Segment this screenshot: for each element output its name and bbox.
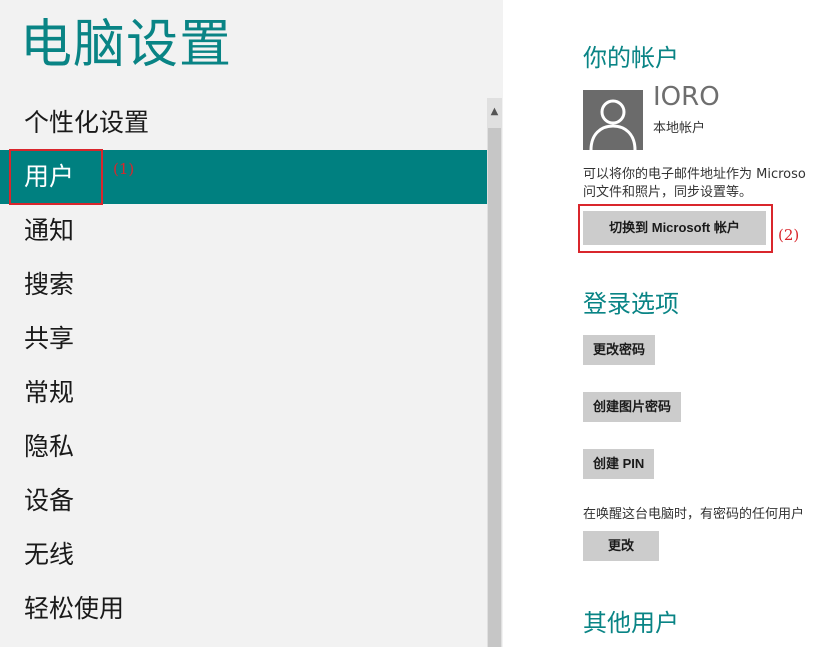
nav-scrollbar[interactable]: ▲ — [487, 98, 502, 647]
nav-item-privacy[interactable]: 隐私 — [0, 420, 487, 474]
account-description-line1: 可以将你的电子邮件地址作为 Microso — [583, 167, 806, 182]
your-account-heading: 你的帐户 — [583, 44, 679, 72]
nav-item-search[interactable]: 搜索 — [0, 258, 487, 312]
scrollbar-thumb[interactable] — [488, 128, 501, 647]
nav-item-share[interactable]: 共享 — [0, 312, 487, 366]
nav-item-wireless[interactable]: 无线 — [0, 528, 487, 582]
change-wake-setting-button[interactable]: 更改 — [583, 531, 659, 561]
user-name: IORO — [653, 82, 720, 112]
create-pin-button[interactable]: 创建 PIN — [583, 449, 655, 479]
account-description-line2: 问文件和照片，同步设置等。 — [583, 185, 753, 200]
wake-password-text: 在唤醒这台电脑时，有密码的任何用户 — [583, 507, 805, 522]
chevron-up-icon[interactable]: ▲ — [487, 104, 502, 120]
other-users-heading: 其他用户 — [583, 609, 679, 637]
page-title: 电脑设置 — [20, 15, 233, 75]
annotation-label-2: (2) — [778, 226, 800, 244]
sign-in-options-heading: 登录选项 — [583, 290, 679, 318]
pc-settings-page: 电脑设置 个性化设置 用户 通知 搜索 共享 常规 隐私 设备 无线 轻松使用 … — [0, 0, 836, 647]
annotation-box-1 — [9, 149, 103, 205]
annotation-box-2 — [578, 204, 773, 253]
annotation-label-1: (1) — [113, 160, 135, 178]
nav-item-ease-of-access[interactable]: 轻松使用 — [0, 582, 487, 636]
nav-item-personalize[interactable]: 个性化设置 — [0, 96, 487, 150]
user-silhouette-icon — [583, 90, 643, 150]
create-picture-password-button[interactable]: 创建图片密码 — [583, 392, 682, 422]
nav-item-devices[interactable]: 设备 — [0, 474, 487, 528]
left-panel: 电脑设置 个性化设置 用户 通知 搜索 共享 常规 隐私 设备 无线 轻松使用 … — [0, 0, 503, 647]
nav-item-notifications[interactable]: 通知 — [0, 204, 487, 258]
account-type: 本地帐户 — [653, 121, 706, 136]
right-panel: 你的帐户 IORO 本地帐户 可以将你的电子邮件地址作为 Microso 问文件… — [503, 0, 836, 647]
nav-item-general[interactable]: 常规 — [0, 366, 487, 420]
change-password-button[interactable]: 更改密码 — [583, 335, 656, 365]
